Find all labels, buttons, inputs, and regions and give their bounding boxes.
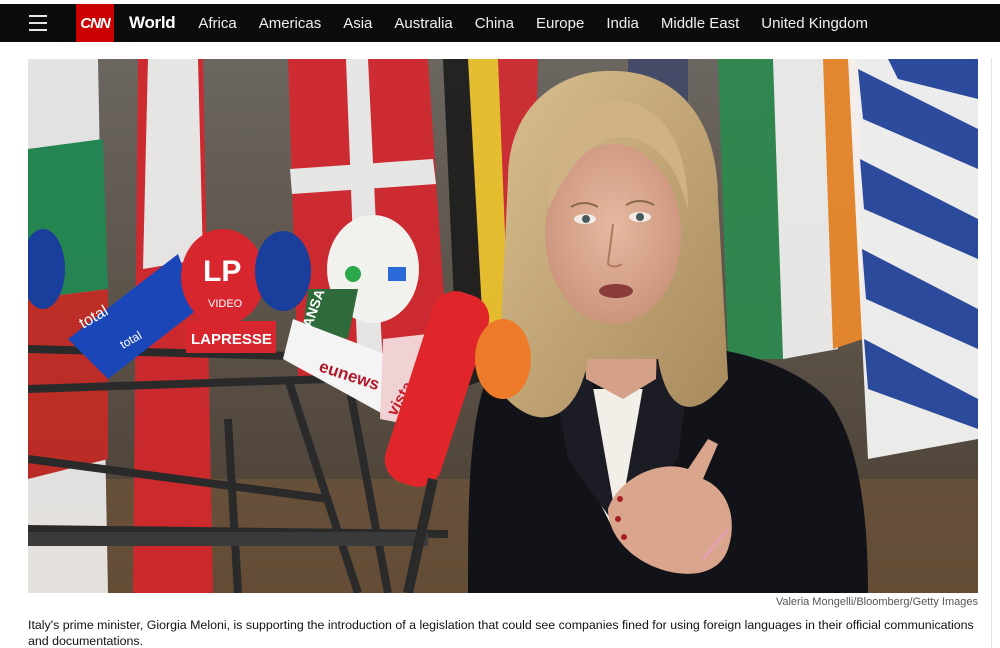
flag-ireland xyxy=(718,59,863,359)
photo-illustration: total total LP VIDEO LAPRESSE ANSA eunew… xyxy=(28,59,978,593)
nav-link-australia[interactable]: Australia xyxy=(394,15,452,32)
svg-text:LAPRESSE: LAPRESSE xyxy=(191,331,272,348)
menu-icon[interactable] xyxy=(0,4,76,42)
flag-greece xyxy=(848,59,978,459)
svg-text:VIDEO: VIDEO xyxy=(208,298,243,310)
nav-link-africa[interactable]: Africa xyxy=(198,15,236,32)
nav-link-china[interactable]: China xyxy=(475,15,514,32)
nav-link-middle-east[interactable]: Middle East xyxy=(661,15,739,32)
hero-photo: total total LP VIDEO LAPRESSE ANSA eunew… xyxy=(28,59,978,593)
svg-text:LP: LP xyxy=(203,255,241,288)
cnn-logo[interactable]: CNN xyxy=(76,4,114,42)
nav-link-europe[interactable]: Europe xyxy=(536,15,584,32)
region-links: Africa Americas Asia Australia China Eur… xyxy=(187,15,879,32)
nav-link-americas[interactable]: Americas xyxy=(259,15,322,32)
top-navigation-bar: CNN World Africa Americas Asia Australia… xyxy=(0,4,1000,42)
nav-link-india[interactable]: India xyxy=(606,15,639,32)
nav-link-asia[interactable]: Asia xyxy=(343,15,372,32)
photo-credit: Valeria Mongelli/Bloomberg/Getty Images xyxy=(775,596,978,608)
photo-caption: Italy's prime minister, Giorgia Meloni, … xyxy=(28,618,974,648)
section-title[interactable]: World xyxy=(129,13,176,33)
page-edge-rule xyxy=(991,58,992,648)
nav-link-united-kingdom[interactable]: United Kingdom xyxy=(761,15,868,32)
